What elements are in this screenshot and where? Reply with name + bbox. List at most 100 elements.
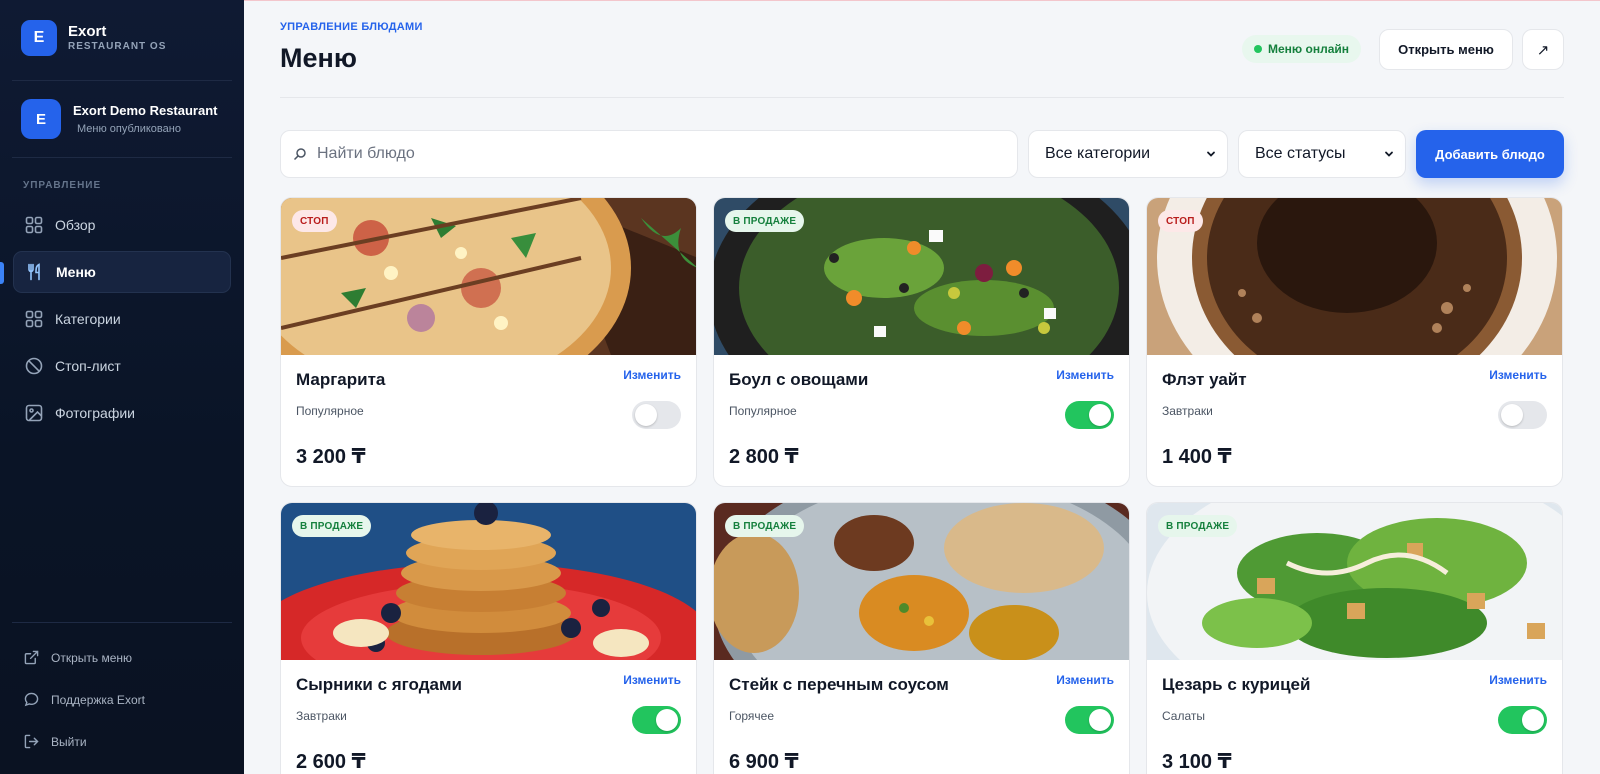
toggle-knob [656, 709, 678, 731]
sidebar-item-overview[interactable]: Обзор [13, 204, 231, 246]
chat-icon [24, 692, 39, 707]
dish-price: 3 200 ₸ [296, 446, 366, 468]
restaurant-switcher[interactable]: E Exort Demo Restaurant Меню опубликован… [21, 99, 217, 139]
restaurant-name: Exort Demo Restaurant [73, 102, 218, 118]
status-select-value: Все статусы [1255, 145, 1346, 162]
sidebar-item-stop-list[interactable]: Стоп-лист [13, 345, 231, 387]
online-dot-icon [1254, 45, 1262, 53]
dish-price: 2 800 ₸ [729, 446, 799, 468]
dish-category: Завтраки [1162, 404, 1213, 418]
sidebar-item-label: Меню [56, 264, 96, 280]
menu-status-text: Меню онлайн [1268, 42, 1349, 56]
edit-dish-link[interactable]: Изменить [1056, 673, 1114, 687]
availability-toggle[interactable] [1065, 706, 1114, 734]
ban-icon [25, 357, 43, 375]
page-eyebrow: УПРАВЛЕНИЕ БЛЮДАМИ [280, 21, 423, 33]
dish-card: В ПРОДАЖЕ Боул с овощами Изменить Популя… [713, 197, 1130, 487]
edit-dish-link[interactable]: Изменить [623, 368, 681, 382]
external-link-button[interactable]: ↗ [1522, 29, 1564, 70]
sidebar-item-label: Категории [55, 311, 121, 327]
footer-label: Открыть меню [51, 650, 133, 665]
status-badge: СТОП [292, 210, 337, 232]
edit-dish-link[interactable]: Изменить [623, 673, 681, 687]
footer-label: Поддержка Exort [51, 692, 145, 707]
footer-label: Выйти [51, 734, 87, 749]
sidebar-divider [12, 157, 232, 158]
sidebar-divider [12, 80, 232, 81]
sidebar-item-menu[interactable]: Меню [13, 251, 231, 293]
dish-card: В ПРОДАЖЕ Сырники с ягодами Изменить Зав… [280, 502, 697, 774]
availability-toggle[interactable] [1065, 401, 1114, 429]
grid-icon [25, 216, 43, 234]
toggle-knob [635, 404, 657, 426]
availability-toggle[interactable] [1498, 401, 1547, 429]
image-icon [25, 404, 43, 422]
sidebar-item-label: Фотографии [55, 405, 136, 421]
chevron-down-icon [1385, 151, 1393, 157]
edit-dish-link[interactable]: Изменить [1056, 368, 1114, 382]
add-dish-button[interactable]: Добавить блюдо [1416, 130, 1564, 178]
dish-price: 3 100 ₸ [1162, 751, 1232, 773]
status-select[interactable]: Все статусы [1238, 130, 1406, 178]
dish-card: В ПРОДАЖЕ Стейк с перечным соусом Измени… [713, 502, 1130, 774]
sidebar: E Exort RESTAURANT OS E Exort Demo Resta… [0, 0, 244, 774]
category-select[interactable]: Все категории [1028, 130, 1228, 178]
sidebar-open-menu-link[interactable]: Открыть меню [24, 650, 132, 665]
toggle-knob [1501, 404, 1523, 426]
edit-dish-link[interactable]: Изменить [1489, 368, 1547, 382]
sidebar-item-photos[interactable]: Фотографии [13, 392, 231, 434]
dish-card: В ПРОДАЖЕ Цезарь с курицей Изменить Сала… [1146, 502, 1563, 774]
toggle-knob [1522, 709, 1544, 731]
grid-icon [25, 310, 43, 328]
availability-toggle[interactable] [632, 706, 681, 734]
dish-category: Популярное [729, 404, 797, 418]
active-indicator [0, 262, 4, 284]
sidebar-item-label: Обзор [55, 217, 96, 233]
status-badge: В ПРОДАЖЕ [292, 515, 372, 537]
external-link-icon [24, 650, 39, 665]
logout-icon [24, 734, 39, 749]
status-badge: В ПРОДАЖЕ [1158, 515, 1238, 537]
utensils-icon [28, 263, 40, 281]
dish-price: 1 400 ₸ [1162, 446, 1232, 468]
menu-status-badge: Меню онлайн [1242, 35, 1361, 63]
sidebar-logout-link[interactable]: Выйти [24, 734, 87, 749]
dish-name: Флэт уайт [1162, 370, 1247, 389]
availability-toggle[interactable] [1498, 706, 1547, 734]
open-menu-button[interactable]: Открыть меню [1379, 29, 1513, 70]
dish-category: Популярное [296, 404, 364, 418]
status-badge: В ПРОДАЖЕ [725, 515, 805, 537]
dish-photo-pizza [281, 198, 696, 355]
status-badge: В ПРОДАЖЕ [725, 210, 805, 232]
search-icon [293, 148, 306, 161]
restaurant-avatar: E [21, 99, 61, 139]
restaurant-status: Меню опубликовано [77, 122, 181, 135]
dish-card: СТОП Маргарита Изменить Популярное 3 200… [280, 197, 697, 487]
sidebar-item-categories[interactable]: Категории [13, 298, 231, 340]
availability-toggle[interactable] [632, 401, 681, 429]
dish-price: 6 900 ₸ [729, 751, 799, 773]
dish-price: 2 600 ₸ [296, 751, 366, 773]
header-divider [280, 97, 1564, 98]
page-title: Меню [280, 43, 357, 73]
sidebar-item-label: Стоп-лист [55, 358, 121, 374]
sidebar-support-link[interactable]: Поддержка Exort [24, 692, 145, 707]
dish-name: Стейк с перечным соусом [729, 675, 949, 694]
brand[interactable]: E Exort RESTAURANT OS [21, 20, 166, 56]
edit-dish-link[interactable]: Изменить [1489, 673, 1547, 687]
brand-subtitle: RESTAURANT OS [68, 41, 167, 52]
search-input[interactable] [317, 145, 997, 163]
dish-card: СТОП Флэт уайт Изменить Завтраки 1 400 ₸ [1146, 197, 1563, 487]
dish-category: Завтраки [296, 709, 347, 723]
dish-name: Сырники с ягодами [296, 675, 462, 694]
sidebar-divider [12, 622, 232, 623]
toggle-knob [1089, 709, 1111, 731]
search-field[interactable] [280, 130, 1018, 178]
arrow-up-right-icon: ↗ [1536, 41, 1550, 59]
dish-category: Салаты [1162, 709, 1206, 723]
nav-section-label: УПРАВЛЕНИЕ [23, 180, 102, 191]
dish-name: Маргарита [296, 370, 386, 389]
main-content: УПРАВЛЕНИЕ БЛЮДАМИ Меню Меню онлайн Откр… [244, 0, 1600, 774]
brand-logo: E [21, 20, 57, 56]
category-select-value: Все категории [1045, 145, 1151, 162]
